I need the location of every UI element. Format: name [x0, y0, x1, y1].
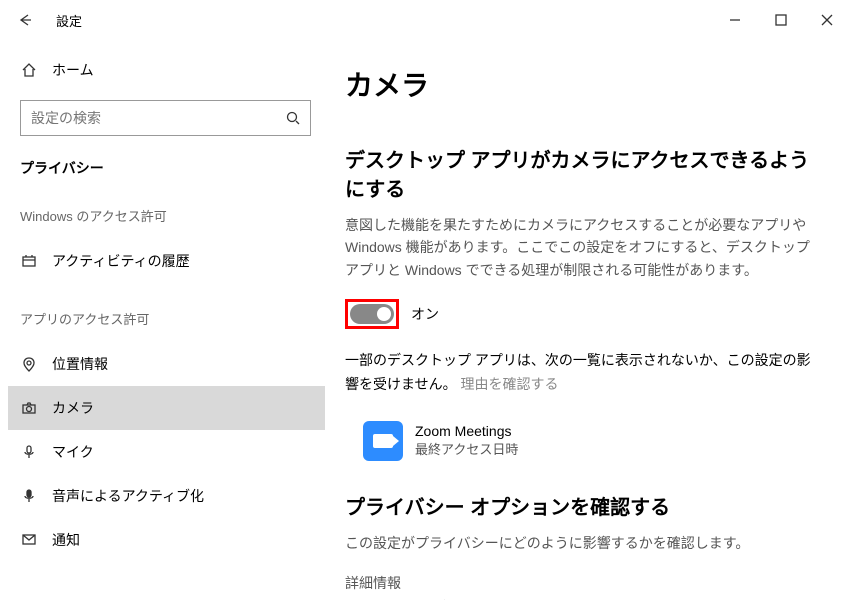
camera-icon	[20, 399, 38, 417]
maximize-icon	[773, 12, 789, 28]
window-title: 設定	[56, 11, 82, 30]
link-privacy-dashboard[interactable]: プライバシー ダッシュボード	[345, 596, 820, 600]
minimize-button[interactable]	[712, 4, 758, 36]
link-more-info[interactable]: 詳細情報	[345, 572, 820, 596]
sidebar: ホーム プライバシー Windows のアクセス許可 アクティビティの履歴 アプ…	[0, 40, 325, 600]
voice-icon	[20, 487, 38, 505]
maximize-button[interactable]	[758, 4, 804, 36]
microphone-icon	[20, 443, 38, 461]
search-box[interactable]	[20, 100, 311, 136]
arrow-left-icon	[16, 12, 32, 28]
sidebar-item-camera[interactable]: カメラ	[8, 386, 325, 430]
content-pane: カメラ デスクトップ アプリがカメラにアクセスできるようにする 意図した機能を果…	[325, 40, 850, 600]
titlebar: 設定	[0, 0, 850, 40]
toggle-highlight	[345, 299, 399, 329]
close-button[interactable]	[804, 4, 850, 36]
section-description: 意図した機能を果たすためにカメラにアクセスすることが必要なアプリや Window…	[345, 214, 820, 281]
page-title: カメラ	[345, 64, 820, 104]
app-list-item: Zoom Meetings 最終アクセス日時	[345, 415, 820, 491]
sidebar-item-voice-activation[interactable]: 音声によるアクティブ化	[8, 474, 325, 518]
reason-link[interactable]: 理由を確認する	[460, 376, 558, 392]
location-icon	[20, 355, 38, 373]
sidebar-item-microphone[interactable]: マイク	[8, 430, 325, 474]
minimize-icon	[727, 12, 743, 28]
group-app-perms: アプリのアクセス許可	[8, 303, 325, 342]
desktop-camera-toggle[interactable]	[350, 304, 394, 324]
search-input[interactable]	[31, 110, 284, 126]
sidebar-item-location[interactable]: 位置情報	[8, 342, 325, 386]
settings-window: 設定 ホーム プライバシー Windows のアクセス許可 アクティビティの履歴	[0, 0, 850, 600]
search-icon	[284, 109, 302, 127]
home-icon	[20, 61, 38, 79]
app-last-access: 最終アクセス日時	[415, 439, 518, 458]
category-header: プライバシー	[8, 148, 325, 200]
toggle-state-label: オン	[411, 304, 439, 324]
sidebar-item-activity-history[interactable]: アクティビティの履歴	[8, 239, 325, 283]
group-windows-perms: Windows のアクセス許可	[8, 200, 325, 239]
privacy-section-title: プライバシー オプションを確認する	[345, 491, 820, 520]
zoom-app-icon	[363, 421, 403, 461]
note-text: 一部のデスクトップ アプリは、次の一覧に表示されないか、この設定の影響を受けませ…	[345, 349, 820, 397]
section-title: デスクトップ アプリがカメラにアクセスできるようにする	[345, 144, 820, 202]
notification-icon	[20, 531, 38, 549]
app-name: Zoom Meetings	[415, 423, 518, 439]
home-label: ホーム	[52, 60, 94, 80]
sidebar-item-notifications[interactable]: 通知	[8, 518, 325, 562]
back-button[interactable]	[14, 10, 34, 30]
activity-icon	[20, 252, 38, 270]
privacy-section-desc: この設定がプライバシーにどのように影響するかを確認します。	[345, 532, 820, 554]
home-nav[interactable]: ホーム	[8, 52, 325, 88]
close-icon	[819, 12, 835, 28]
